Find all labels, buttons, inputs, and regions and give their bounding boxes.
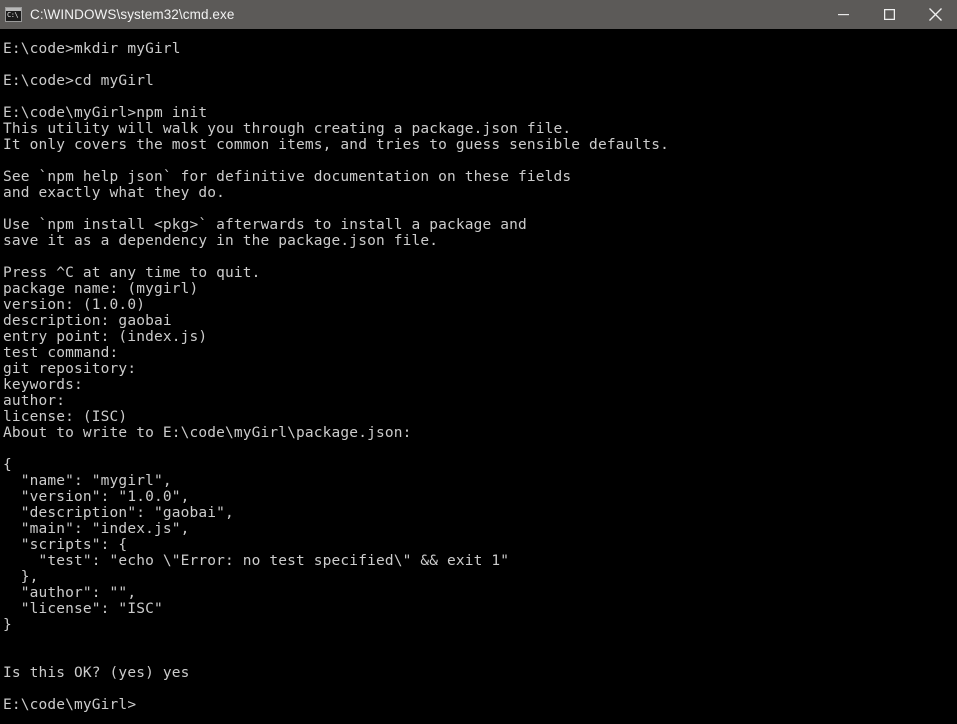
terminal-line: entry point: (index.js) [3, 329, 208, 345]
terminal-line: "description": "gaobai", [3, 505, 234, 521]
terminal-line: It only covers the most common items, an… [3, 137, 669, 153]
terminal-line: license: (ISC) [3, 409, 128, 425]
terminal-line: About to write to E:\code\myGirl\package… [3, 425, 412, 441]
window-controls [820, 0, 957, 29]
cmd-console-icon: C:\ [5, 7, 22, 22]
terminal-viewport[interactable]: E:\code>mkdir myGirl E:\code>cd myGirl E… [0, 29, 957, 724]
terminal-line: This utility will walk you through creat… [3, 121, 572, 137]
terminal-line: E:\code\myGirl>npm init [3, 105, 208, 121]
terminal-line: test command: [3, 345, 119, 361]
terminal-line: and exactly what they do. [3, 185, 225, 201]
terminal-line: { [3, 457, 12, 473]
terminal-line: } [3, 617, 12, 633]
terminal-line: keywords: [3, 377, 83, 393]
terminal-line: "version": "1.0.0", [3, 489, 190, 505]
terminal-line: E:\code\myGirl> [3, 697, 137, 713]
terminal-line: version: (1.0.0) [3, 297, 146, 313]
close-icon [928, 8, 942, 21]
window-title: C:\WINDOWS\system32\cmd.exe [30, 7, 235, 22]
terminal-line: "main": "index.js", [3, 521, 190, 537]
terminal-line: "author": "", [3, 585, 137, 601]
terminal-line: Press ^C at any time to quit. [3, 265, 261, 281]
terminal-line: Is this OK? (yes) yes [3, 665, 190, 681]
terminal-line: "name": "mygirl", [3, 473, 172, 489]
terminal-line: git repository: [3, 361, 137, 377]
terminal-line: Use `npm install <pkg>` afterwards to in… [3, 217, 527, 233]
terminal-line: author: [3, 393, 66, 409]
terminal-line: package name: (mygirl) [3, 281, 199, 297]
terminal-line: E:\code>mkdir myGirl [3, 41, 181, 57]
terminal-line: "test": "echo \"Error: no test specified… [3, 553, 510, 569]
terminal-line: description: gaobai [3, 313, 172, 329]
maximize-icon [883, 9, 895, 20]
terminal-line: "scripts": { [3, 537, 128, 553]
terminal-line: }, [3, 569, 39, 585]
terminal-line: "license": "ISC" [3, 601, 163, 617]
maximize-button[interactable] [866, 0, 912, 29]
minimize-button[interactable] [820, 0, 866, 29]
console-icon-prompt-text: C:\ [7, 11, 19, 19]
close-button[interactable] [912, 0, 957, 29]
terminal-line: save it as a dependency in the package.j… [3, 233, 439, 249]
minimize-icon [837, 14, 849, 16]
title-bar[interactable]: C:\ C:\WINDOWS\system32\cmd.exe [0, 0, 957, 29]
terminal-line: E:\code>cd myGirl [3, 73, 154, 89]
terminal-output: E:\code>mkdir myGirl E:\code>cd myGirl E… [1, 33, 957, 713]
cmd-window: C:\ C:\WINDOWS\system32\cmd.exe E:\code>… [0, 0, 957, 724]
terminal-line: See `npm help json` for definitive docum… [3, 169, 572, 185]
